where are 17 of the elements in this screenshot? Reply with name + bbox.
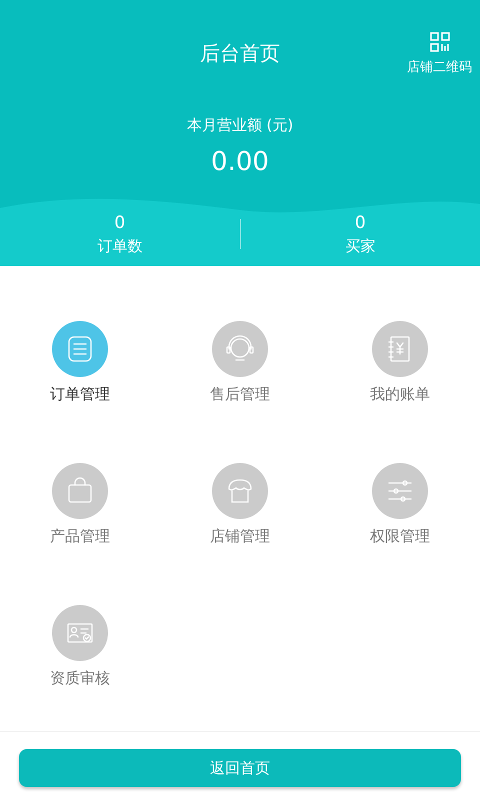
menu-item[interactable]: 权限管理 <box>320 463 480 546</box>
stat-label: 买家 <box>345 236 376 256</box>
stat-value: 0 <box>114 212 126 232</box>
stat-value: 0 <box>354 212 366 232</box>
menu-item[interactable]: 我的账单 <box>320 321 480 404</box>
stat-label: 订单数 <box>97 236 142 256</box>
revenue-label: 本月营业额 (元) <box>186 116 294 135</box>
menu-item[interactable]: 订单管理 <box>0 321 160 404</box>
qr-code-button[interactable]: 店铺二维码 <box>407 32 472 76</box>
revenue-value: 0.00 <box>211 147 269 177</box>
menu-item[interactable]: 资质审核 <box>0 605 160 688</box>
page-title: 后台首页 <box>200 40 280 67</box>
menu-item[interactable]: 售后管理 <box>160 321 320 404</box>
menu-item[interactable]: 产品管理 <box>0 463 160 546</box>
menu-item[interactable]: 店铺管理 <box>160 463 320 546</box>
qr-code-icon <box>430 32 450 52</box>
back-home-button[interactable]: 返回首页 <box>19 749 461 787</box>
